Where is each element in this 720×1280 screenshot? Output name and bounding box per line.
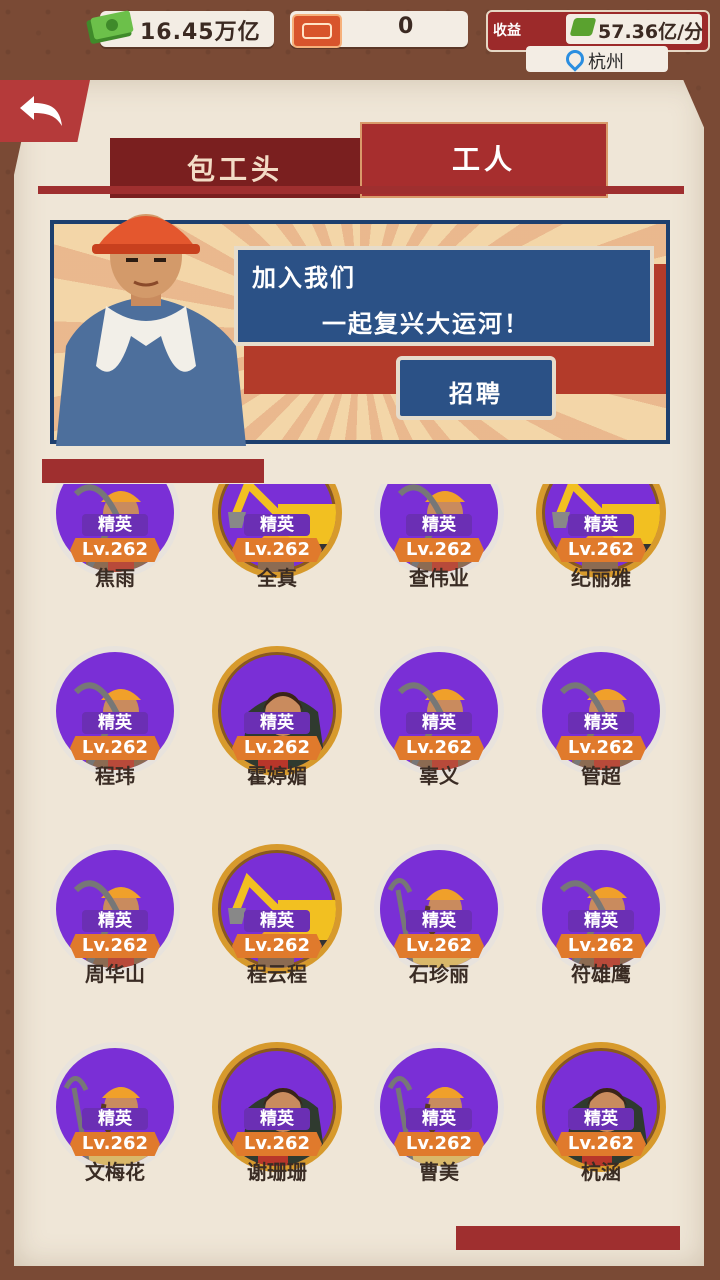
worker-card[interactable]: 精英 Lv.262 程玮: [40, 646, 190, 844]
worker-rank-badge: 精英: [568, 1108, 634, 1130]
footer-bar: [456, 1226, 680, 1250]
worker-card[interactable]: 精英 Lv.262 查伟业: [364, 484, 514, 646]
worker-level-badge: Lv.262: [556, 736, 646, 760]
recruit-button[interactable]: 招聘: [396, 356, 556, 420]
banner-headline: 加入我们: [252, 264, 356, 292]
worker-grid: 精英 Lv.262 焦雨 精英 Lv.262 全真 精英 Lv.262 查伟业 精英 Lv.262 纪…: [40, 484, 690, 1220]
worker-level-badge: Lv.262: [232, 934, 322, 958]
worker-level-badge: Lv.262: [70, 538, 160, 562]
worker-card[interactable]: 精英 Lv.262 文梅花: [40, 1042, 190, 1220]
worker-name: 程玮: [95, 764, 135, 788]
worker-name: 谢珊珊: [247, 1160, 307, 1184]
cash-stack-icon: [86, 10, 134, 44]
income-label: 收益: [493, 23, 521, 39]
section-header-bar: [42, 459, 264, 483]
banner-slogan: 一起复兴大运河！: [322, 310, 530, 338]
income-value: 57.36亿/分: [598, 21, 704, 43]
worker-level-badge: Lv.262: [394, 736, 484, 760]
worker-level-badge: Lv.262: [556, 538, 646, 562]
worker-rank-badge: 精英: [244, 514, 310, 536]
worker-level-badge: Lv.262: [232, 736, 322, 760]
worker-rank-badge: 精英: [568, 514, 634, 536]
worker-name: 曹美: [419, 1160, 459, 1184]
worker-level-badge: Lv.262: [70, 736, 160, 760]
worker-card[interactable]: 精英 Lv.262 纪丽雅: [526, 484, 676, 646]
worker-card[interactable]: 精英 Lv.262 周华山: [40, 844, 190, 1042]
worker-card[interactable]: 精英 Lv.262 辜义: [364, 646, 514, 844]
worker-rank-badge: 精英: [244, 910, 310, 932]
worker-name: 全真: [257, 566, 297, 590]
worker-name: 程云程: [247, 962, 307, 986]
worker-level-badge: Lv.262: [70, 934, 160, 958]
worker-level-badge: Lv.262: [556, 934, 646, 958]
tab-contractor-label: 包工头: [186, 153, 283, 186]
recruit-button-label: 招聘: [449, 380, 503, 408]
worker-card[interactable]: 精英 Lv.262 谢珊珊: [202, 1042, 352, 1220]
worker-rank-badge: 精英: [82, 514, 148, 536]
worker-level-badge: Lv.262: [70, 1132, 160, 1156]
worker-name: 查伟业: [409, 566, 469, 590]
worker-name: 辜义: [419, 764, 459, 788]
tab-underline: [38, 186, 684, 194]
worker-rank-badge: 精英: [244, 1108, 310, 1130]
worker-card[interactable]: 精英 Lv.262 符雄鹰: [526, 844, 676, 1042]
worker-rank-badge: 精英: [568, 910, 634, 932]
worker-name: 霍婷媚: [247, 764, 307, 788]
worker-rank-badge: 精英: [568, 712, 634, 734]
worker-name: 周华山: [85, 962, 145, 986]
worker-level-badge: Lv.262: [232, 538, 322, 562]
worker-rank-badge: 精英: [82, 712, 148, 734]
worker-name: 杭涵: [581, 1160, 621, 1184]
worker-rank-badge: 精英: [82, 1108, 148, 1130]
worker-rank-badge: 精英: [406, 910, 472, 932]
worker-card[interactable]: 精英 Lv.262 杭涵: [526, 1042, 676, 1220]
worker-name: 焦雨: [95, 566, 135, 590]
worker-name: 文梅花: [85, 1160, 145, 1184]
worker-rank-badge: 精英: [406, 514, 472, 536]
worker-card[interactable]: 精英 Lv.262 焦雨: [40, 484, 190, 646]
foreman-illustration: [56, 214, 246, 446]
worker-level-badge: Lv.262: [232, 1132, 322, 1156]
worker-name: 纪丽雅: [571, 566, 631, 590]
money-value: 16.45万亿: [140, 20, 261, 45]
worker-name: 管超: [581, 764, 621, 788]
worker-card[interactable]: 精英 Lv.262 全真: [202, 484, 352, 646]
worker-card[interactable]: 精英 Lv.262 曹美: [364, 1042, 514, 1220]
tab-worker-label: 工人: [451, 143, 516, 176]
ticket-value: 0: [398, 14, 414, 39]
worker-level-badge: Lv.262: [394, 538, 484, 562]
top-bar: 16.45万亿 0 收益 57.36亿/分 杭州: [0, 0, 720, 73]
worker-rank-badge: 精英: [244, 712, 310, 734]
worker-level-badge: Lv.262: [556, 1132, 646, 1156]
worker-card[interactable]: 精英 Lv.262 霍婷媚: [202, 646, 352, 844]
worker-rank-badge: 精英: [82, 910, 148, 932]
worker-level-badge: Lv.262: [394, 1132, 484, 1156]
worker-card[interactable]: 精英 Lv.262 程云程: [202, 844, 352, 1042]
worker-card[interactable]: 精英 Lv.262 管超: [526, 646, 676, 844]
back-arrow-icon: [20, 96, 62, 126]
worker-rank-badge: 精英: [406, 712, 472, 734]
worker-rank-badge: 精英: [406, 1108, 472, 1130]
worker-card[interactable]: 精英 Lv.262 石珍丽: [364, 844, 514, 1042]
worker-name: 石珍丽: [409, 962, 469, 986]
worker-level-badge: Lv.262: [394, 934, 484, 958]
ticket-icon: [292, 14, 342, 48]
worker-name: 符雄鹰: [571, 962, 631, 986]
city-name: 杭州: [588, 52, 624, 73]
